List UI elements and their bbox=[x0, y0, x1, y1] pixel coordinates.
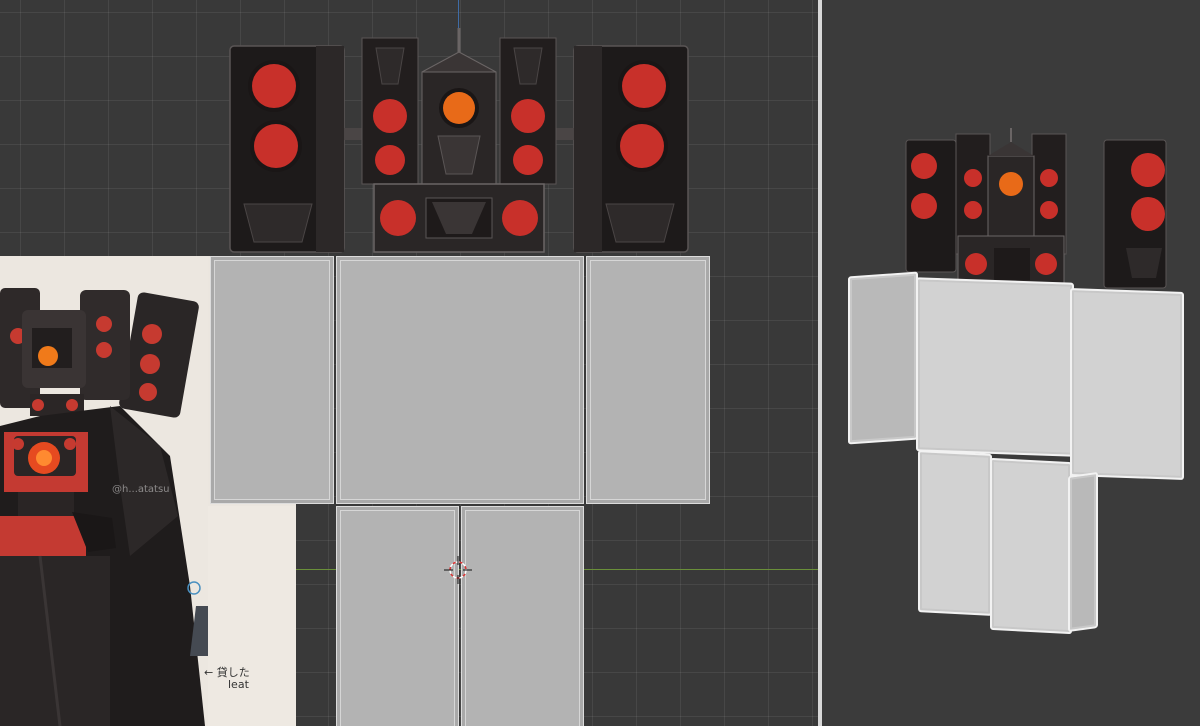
left-leg-3d[interactable] bbox=[918, 450, 992, 616]
watermark-text: @h...atatsu bbox=[112, 484, 170, 495]
torso-3d[interactable] bbox=[916, 277, 1074, 457]
front-ortho-viewport[interactable]: @h...atatsu ← 貸した leat bbox=[0, 0, 818, 726]
blender-screenshot: @h...atatsu ← 貸した leat bbox=[0, 0, 1200, 726]
note-line-2: leat bbox=[228, 678, 249, 691]
torso-part[interactable] bbox=[336, 256, 584, 504]
right-arm-3d[interactable] bbox=[1070, 288, 1184, 480]
right-leg-part[interactable] bbox=[461, 506, 584, 726]
left-arm-3d[interactable] bbox=[848, 271, 918, 445]
right-arm-part[interactable] bbox=[586, 256, 710, 504]
reference-image-margin bbox=[208, 506, 296, 726]
3d-cursor-icon[interactable] bbox=[444, 556, 472, 584]
left-arm-part[interactable] bbox=[210, 256, 334, 504]
speaker-head-icon[interactable] bbox=[226, 28, 692, 260]
speaker-head-3d-icon[interactable] bbox=[904, 126, 1172, 296]
leg-side-3d bbox=[1068, 471, 1098, 633]
perspective-viewport[interactable] bbox=[822, 0, 1200, 726]
left-leg-part[interactable] bbox=[336, 506, 459, 726]
right-leg-3d[interactable] bbox=[990, 457, 1072, 635]
